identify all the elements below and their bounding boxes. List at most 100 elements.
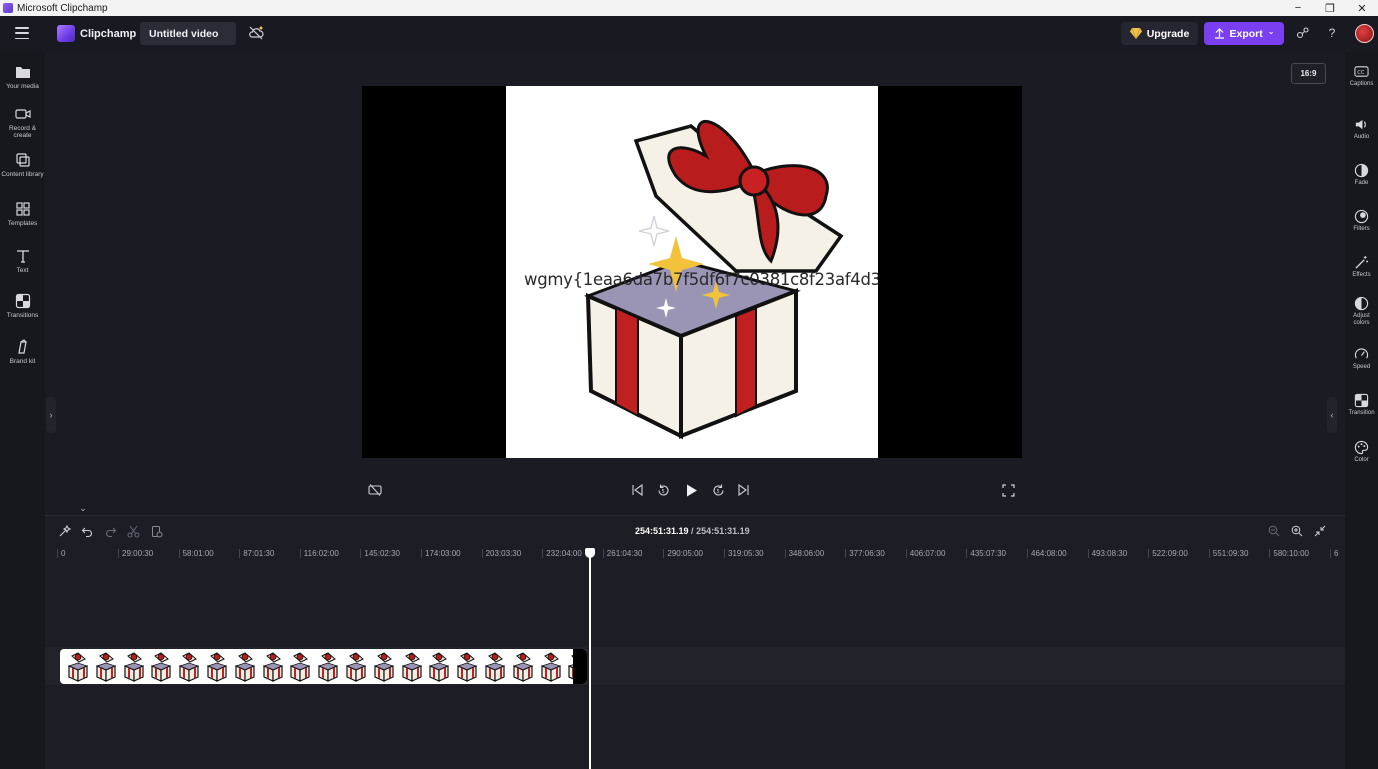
clip-thumbnail [318,652,339,682]
ruler-tick-label: 174:03:00 [421,549,461,558]
svg-text:CC: CC [1357,70,1365,76]
property-fade[interactable]: Fade [1345,163,1378,187]
ruler-tick-label: 493:08:30 [1087,549,1128,558]
ruler-tick-label: 0 [56,549,66,558]
svg-text:5: 5 [661,489,664,495]
ruler-tick-label: 377:06:30 [845,549,885,558]
sidebar-item-your-media[interactable]: Your media [0,64,45,90]
adjust-colors-icon [1354,296,1369,311]
property-audio[interactable]: Audio [1345,117,1378,141]
skip-to-end-icon[interactable] [736,482,752,498]
help-icon[interactable]: ? [1325,26,1339,40]
property-color[interactable]: Color [1345,440,1378,464]
upgrade-button[interactable]: Upgrade [1121,22,1198,45]
ruler-tick-label: 116:02:00 [299,549,339,558]
sidebar-item-content-library[interactable]: Content library [0,152,45,178]
filters-icon [1354,209,1369,224]
speedometer-icon [1354,348,1369,359]
timecode-display: 254:51:31.19 / 254:51:31.19 [635,526,750,536]
timeline-panel: 254:51:31.19 / 254:51:31.19 0 29:00:30 58:… [45,515,1345,769]
cloud-sync-off-icon[interactable] [248,25,264,41]
delete-icon[interactable] [149,524,163,538]
fullscreen-icon[interactable] [1000,482,1016,498]
captions-icon: CC [1354,66,1369,77]
sidebar-item-brand-kit[interactable]: Brand kit [0,339,45,365]
video-clip[interactable] [60,649,587,684]
clip-thumbnail [484,652,506,682]
upload-icon [1214,28,1224,39]
sidebar-item-text[interactable]: Text [0,248,45,274]
minimize-button[interactable]: − [1282,0,1314,16]
current-time: 254:51:31.19 [635,526,689,536]
overlay-text[interactable]: wgmy{1eaa6da7b7f5df6f7c0381c8f23af4d3} [524,270,878,289]
restore-button[interactable]: ❐ [1314,0,1346,16]
play-button[interactable] [683,482,699,498]
left-sidebar: Your media Record & create Content libra… [0,52,45,769]
magic-edit-icon[interactable] [57,524,71,538]
skip-to-start-icon[interactable] [629,482,645,498]
property-speed[interactable]: Speed [1345,347,1378,371]
expand-right-panel-handle[interactable]: ‹ [1327,397,1337,433]
sidebar-item-record-create[interactable]: Record & create [0,106,45,139]
svg-text:5: 5 [716,489,719,495]
clip-thumbnail [401,652,422,682]
split-scissors-icon[interactable] [126,524,140,538]
ruler-tick-label: 406:07:00 [905,549,946,558]
brand-name: Clipchamp [80,28,137,40]
sidebar-item-label: Content library [1,171,44,178]
app-header: Clipchamp Untitled video Upgrade Export … [0,16,1378,52]
clip-thumbnail [290,652,311,682]
share-icon[interactable] [1296,26,1310,40]
ruler-tick-label: 87:01:30 [239,549,275,558]
clip-thumbnail [123,652,144,682]
sidebar-item-label: Transitions [6,312,39,319]
video-preview[interactable]: wgmy{1eaa6da7b7f5df6f7c0381c8f23af4d3} [362,86,1022,458]
clipchamp-logo [57,25,75,42]
property-label: Transition [1348,410,1375,416]
zoom-out-icon[interactable] [1267,524,1281,538]
speaker-icon [1355,119,1366,130]
menu-icon[interactable] [15,27,29,39]
ruler-tick-label: 435:07:30 [966,549,1006,558]
close-button[interactable]: ✕ [1346,0,1378,16]
text-icon [16,250,29,263]
templates-icon [15,202,30,216]
fit-to-timeline-icon[interactable] [1313,524,1327,538]
hide-preview-icon[interactable] [367,482,383,498]
property-filters[interactable]: Filters [1345,209,1378,233]
redo-icon[interactable] [103,524,117,538]
timeline-ruler[interactable]: 0 29:00:30 58:01:00 87:01:30 116:02:00 145:02… [55,546,1345,562]
project-title-input[interactable]: Untitled video [140,22,236,45]
clip-thumbnail [512,652,533,682]
clip-end-handle[interactable] [573,649,587,684]
window-controls: − ❐ ✕ [1282,0,1378,16]
export-label: Export [1229,27,1263,40]
property-effects[interactable]: Effects [1345,255,1378,279]
property-transition[interactable]: Transition [1345,393,1378,417]
forward-5-seconds-icon[interactable]: 5 [710,482,726,498]
expand-left-panel-handle[interactable]: › [46,397,56,433]
export-button[interactable]: Export ⌄ [1204,22,1284,45]
zoom-in-icon[interactable] [1290,524,1304,538]
sidebar-item-templates[interactable]: Templates [0,201,45,227]
window-title: Microsoft Clipchamp [17,2,108,14]
property-adjust-colors[interactable]: Adjust colors [1345,296,1378,327]
clip-thumbnail [373,652,394,682]
ruler-tick-label: 522:09:00 [1148,549,1188,558]
sidebar-item-transitions[interactable]: Transitions [0,293,45,319]
property-label: Adjust colors [1353,313,1370,326]
app-icon [3,3,13,13]
timecode-separator: / [688,526,697,536]
preview-frame: wgmy{1eaa6da7b7f5df6f7c0381c8f23af4d3} [506,86,878,458]
undo-icon[interactable] [80,524,94,538]
avatar[interactable] [1355,24,1374,43]
aspect-ratio-button[interactable]: 16:9 [1291,63,1326,84]
playhead-handle[interactable] [585,548,595,558]
collapse-timeline-chevron-icon[interactable]: ⌄ [74,503,92,513]
property-captions[interactable]: CC Captions [1345,64,1378,88]
ruler-tick-label: 290:05:00 [663,549,703,558]
playhead[interactable] [589,549,591,769]
camera-icon [14,109,31,119]
ruler-tick-label: 203:03:30 [481,549,522,558]
rewind-5-seconds-icon[interactable]: 5 [655,482,671,498]
